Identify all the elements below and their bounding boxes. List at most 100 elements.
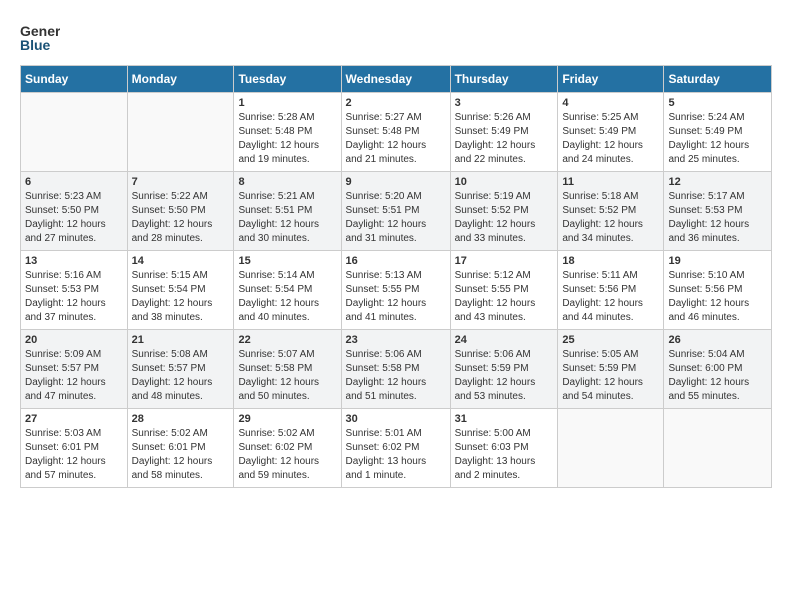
calendar-week-row: 20 Sunrise: 5:09 AM Sunset: 5:57 PM Dayli… <box>21 330 772 409</box>
day-info: Sunrise: 5:18 AM Sunset: 5:52 PM Dayligh… <box>562 190 659 246</box>
day-number: 12 <box>668 176 767 188</box>
day-info: Sunrise: 5:13 AM Sunset: 5:55 PM Dayligh… <box>346 269 446 325</box>
weekday-header-monday: Monday <box>127 66 234 93</box>
calendar-cell: 15 Sunrise: 5:14 AM Sunset: 5:54 PM Dayli… <box>234 251 341 330</box>
day-info: Sunrise: 5:28 AM Sunset: 5:48 PM Dayligh… <box>238 111 336 167</box>
calendar-cell: 18Sunrise: 5:11 AM Sunset: 5:56 PM Dayli… <box>558 251 664 330</box>
calendar-cell: 1 Sunrise: 5:28 AM Sunset: 5:48 PM Daylig… <box>234 93 341 172</box>
day-number: 28 <box>132 413 230 425</box>
calendar-cell <box>558 409 664 488</box>
day-number: 11 <box>562 176 659 188</box>
day-number: 27 <box>25 413 123 425</box>
day-number: 6 <box>25 176 123 188</box>
day-number: 31 <box>455 413 554 425</box>
calendar-cell: 22 Sunrise: 5:07 AM Sunset: 5:58 PM Dayli… <box>234 330 341 409</box>
day-number: 3 <box>455 97 554 109</box>
calendar-cell: 8 Sunrise: 5:21 AM Sunset: 5:51 PM Daylig… <box>234 172 341 251</box>
day-number: 14 <box>132 255 230 267</box>
calendar-cell: 6 Sunrise: 5:23 AM Sunset: 5:50 PM Daylig… <box>21 172 128 251</box>
day-info: Sunrise: 5:17 AM Sunset: 5:53 PM Dayligh… <box>668 190 767 246</box>
logo: General Blue <box>20 20 60 55</box>
day-number: 18 <box>562 255 659 267</box>
calendar-cell: 23 Sunrise: 5:06 AM Sunset: 5:58 PM Dayli… <box>341 330 450 409</box>
calendar-cell: 10 Sunrise: 5:19 AM Sunset: 5:52 PM Dayli… <box>450 172 558 251</box>
day-info: Sunrise: 5:21 AM Sunset: 5:51 PM Dayligh… <box>238 190 336 246</box>
calendar-week-row: 1 Sunrise: 5:28 AM Sunset: 5:48 PM Daylig… <box>21 93 772 172</box>
weekday-header-sunday: Sunday <box>21 66 128 93</box>
day-info: Sunrise: 5:22 AM Sunset: 5:50 PM Dayligh… <box>132 190 230 246</box>
page-header: General Blue <box>20 20 772 55</box>
day-number: 7 <box>132 176 230 188</box>
day-number: 26 <box>668 334 767 346</box>
calendar-week-row: 27 Sunrise: 5:03 AM Sunset: 6:01 PM Dayli… <box>21 409 772 488</box>
day-info: Sunrise: 5:03 AM Sunset: 6:01 PM Dayligh… <box>25 427 123 483</box>
calendar-cell <box>127 93 234 172</box>
calendar-cell: 3 Sunrise: 5:26 AM Sunset: 5:49 PM Daylig… <box>450 93 558 172</box>
calendar-cell: 16 Sunrise: 5:13 AM Sunset: 5:55 PM Dayli… <box>341 251 450 330</box>
day-number: 8 <box>238 176 336 188</box>
day-number: 10 <box>455 176 554 188</box>
calendar-cell: 24Sunrise: 5:06 AM Sunset: 5:59 PM Dayli… <box>450 330 558 409</box>
calendar-week-row: 6 Sunrise: 5:23 AM Sunset: 5:50 PM Daylig… <box>21 172 772 251</box>
day-info: Sunrise: 5:20 AM Sunset: 5:51 PM Dayligh… <box>346 190 446 246</box>
day-info: Sunrise: 5:05 AM Sunset: 5:59 PM Dayligh… <box>562 348 659 404</box>
calendar-header-row: SundayMondayTuesdayWednesdayThursdayFrid… <box>21 66 772 93</box>
weekday-header-thursday: Thursday <box>450 66 558 93</box>
calendar-cell <box>664 409 772 488</box>
calendar-cell: 19Sunrise: 5:10 AM Sunset: 5:56 PM Dayli… <box>664 251 772 330</box>
calendar-cell: 26 Sunrise: 5:04 AM Sunset: 6:00 PM Dayli… <box>664 330 772 409</box>
day-number: 17 <box>455 255 554 267</box>
day-number: 29 <box>238 413 336 425</box>
day-info: Sunrise: 5:24 AM Sunset: 5:49 PM Dayligh… <box>668 111 767 167</box>
calendar-cell: 9 Sunrise: 5:20 AM Sunset: 5:51 PM Daylig… <box>341 172 450 251</box>
calendar-cell: 4Sunrise: 5:25 AM Sunset: 5:49 PM Daylig… <box>558 93 664 172</box>
calendar-cell: 30 Sunrise: 5:01 AM Sunset: 6:02 PM Dayli… <box>341 409 450 488</box>
day-info: Sunrise: 5:23 AM Sunset: 5:50 PM Dayligh… <box>25 190 123 246</box>
day-info: Sunrise: 5:07 AM Sunset: 5:58 PM Dayligh… <box>238 348 336 404</box>
calendar-cell: 20 Sunrise: 5:09 AM Sunset: 5:57 PM Dayli… <box>21 330 128 409</box>
calendar-cell: 17 Sunrise: 5:12 AM Sunset: 5:55 PM Dayli… <box>450 251 558 330</box>
calendar-cell <box>21 93 128 172</box>
svg-text:Blue: Blue <box>20 37 51 53</box>
day-info: Sunrise: 5:12 AM Sunset: 5:55 PM Dayligh… <box>455 269 554 325</box>
day-number: 5 <box>668 97 767 109</box>
day-info: Sunrise: 5:14 AM Sunset: 5:54 PM Dayligh… <box>238 269 336 325</box>
logo-icon: General Blue <box>20 20 60 55</box>
day-info: Sunrise: 5:06 AM Sunset: 5:59 PM Dayligh… <box>455 348 554 404</box>
calendar-cell: 28 Sunrise: 5:02 AM Sunset: 6:01 PM Dayli… <box>127 409 234 488</box>
day-number: 15 <box>238 255 336 267</box>
day-info: Sunrise: 5:04 AM Sunset: 6:00 PM Dayligh… <box>668 348 767 404</box>
weekday-header-wednesday: Wednesday <box>341 66 450 93</box>
weekday-header-tuesday: Tuesday <box>234 66 341 93</box>
day-info: Sunrise: 5:06 AM Sunset: 5:58 PM Dayligh… <box>346 348 446 404</box>
calendar-cell: 2 Sunrise: 5:27 AM Sunset: 5:48 PM Daylig… <box>341 93 450 172</box>
day-number: 23 <box>346 334 446 346</box>
calendar-cell: 14 Sunrise: 5:15 AM Sunset: 5:54 PM Dayli… <box>127 251 234 330</box>
weekday-header-friday: Friday <box>558 66 664 93</box>
calendar-cell: 25 Sunrise: 5:05 AM Sunset: 5:59 PM Dayli… <box>558 330 664 409</box>
day-number: 1 <box>238 97 336 109</box>
day-info: Sunrise: 5:19 AM Sunset: 5:52 PM Dayligh… <box>455 190 554 246</box>
day-number: 4 <box>562 97 659 109</box>
day-number: 20 <box>25 334 123 346</box>
day-number: 30 <box>346 413 446 425</box>
day-number: 2 <box>346 97 446 109</box>
day-number: 13 <box>25 255 123 267</box>
calendar-table: SundayMondayTuesdayWednesdayThursdayFrid… <box>20 65 772 488</box>
day-number: 25 <box>562 334 659 346</box>
day-info: Sunrise: 5:02 AM Sunset: 6:01 PM Dayligh… <box>132 427 230 483</box>
day-number: 19 <box>668 255 767 267</box>
day-info: Sunrise: 5:00 AM Sunset: 6:03 PM Dayligh… <box>455 427 554 483</box>
day-info: Sunrise: 5:09 AM Sunset: 5:57 PM Dayligh… <box>25 348 123 404</box>
day-number: 22 <box>238 334 336 346</box>
day-number: 16 <box>346 255 446 267</box>
day-info: Sunrise: 5:15 AM Sunset: 5:54 PM Dayligh… <box>132 269 230 325</box>
day-info: Sunrise: 5:08 AM Sunset: 5:57 PM Dayligh… <box>132 348 230 404</box>
calendar-cell: 7 Sunrise: 5:22 AM Sunset: 5:50 PM Daylig… <box>127 172 234 251</box>
day-number: 9 <box>346 176 446 188</box>
day-info: Sunrise: 5:26 AM Sunset: 5:49 PM Dayligh… <box>455 111 554 167</box>
day-info: Sunrise: 5:01 AM Sunset: 6:02 PM Dayligh… <box>346 427 446 483</box>
day-info: Sunrise: 5:27 AM Sunset: 5:48 PM Dayligh… <box>346 111 446 167</box>
calendar-cell: 12 Sunrise: 5:17 AM Sunset: 5:53 PM Dayli… <box>664 172 772 251</box>
calendar-week-row: 13Sunrise: 5:16 AM Sunset: 5:53 PM Dayli… <box>21 251 772 330</box>
